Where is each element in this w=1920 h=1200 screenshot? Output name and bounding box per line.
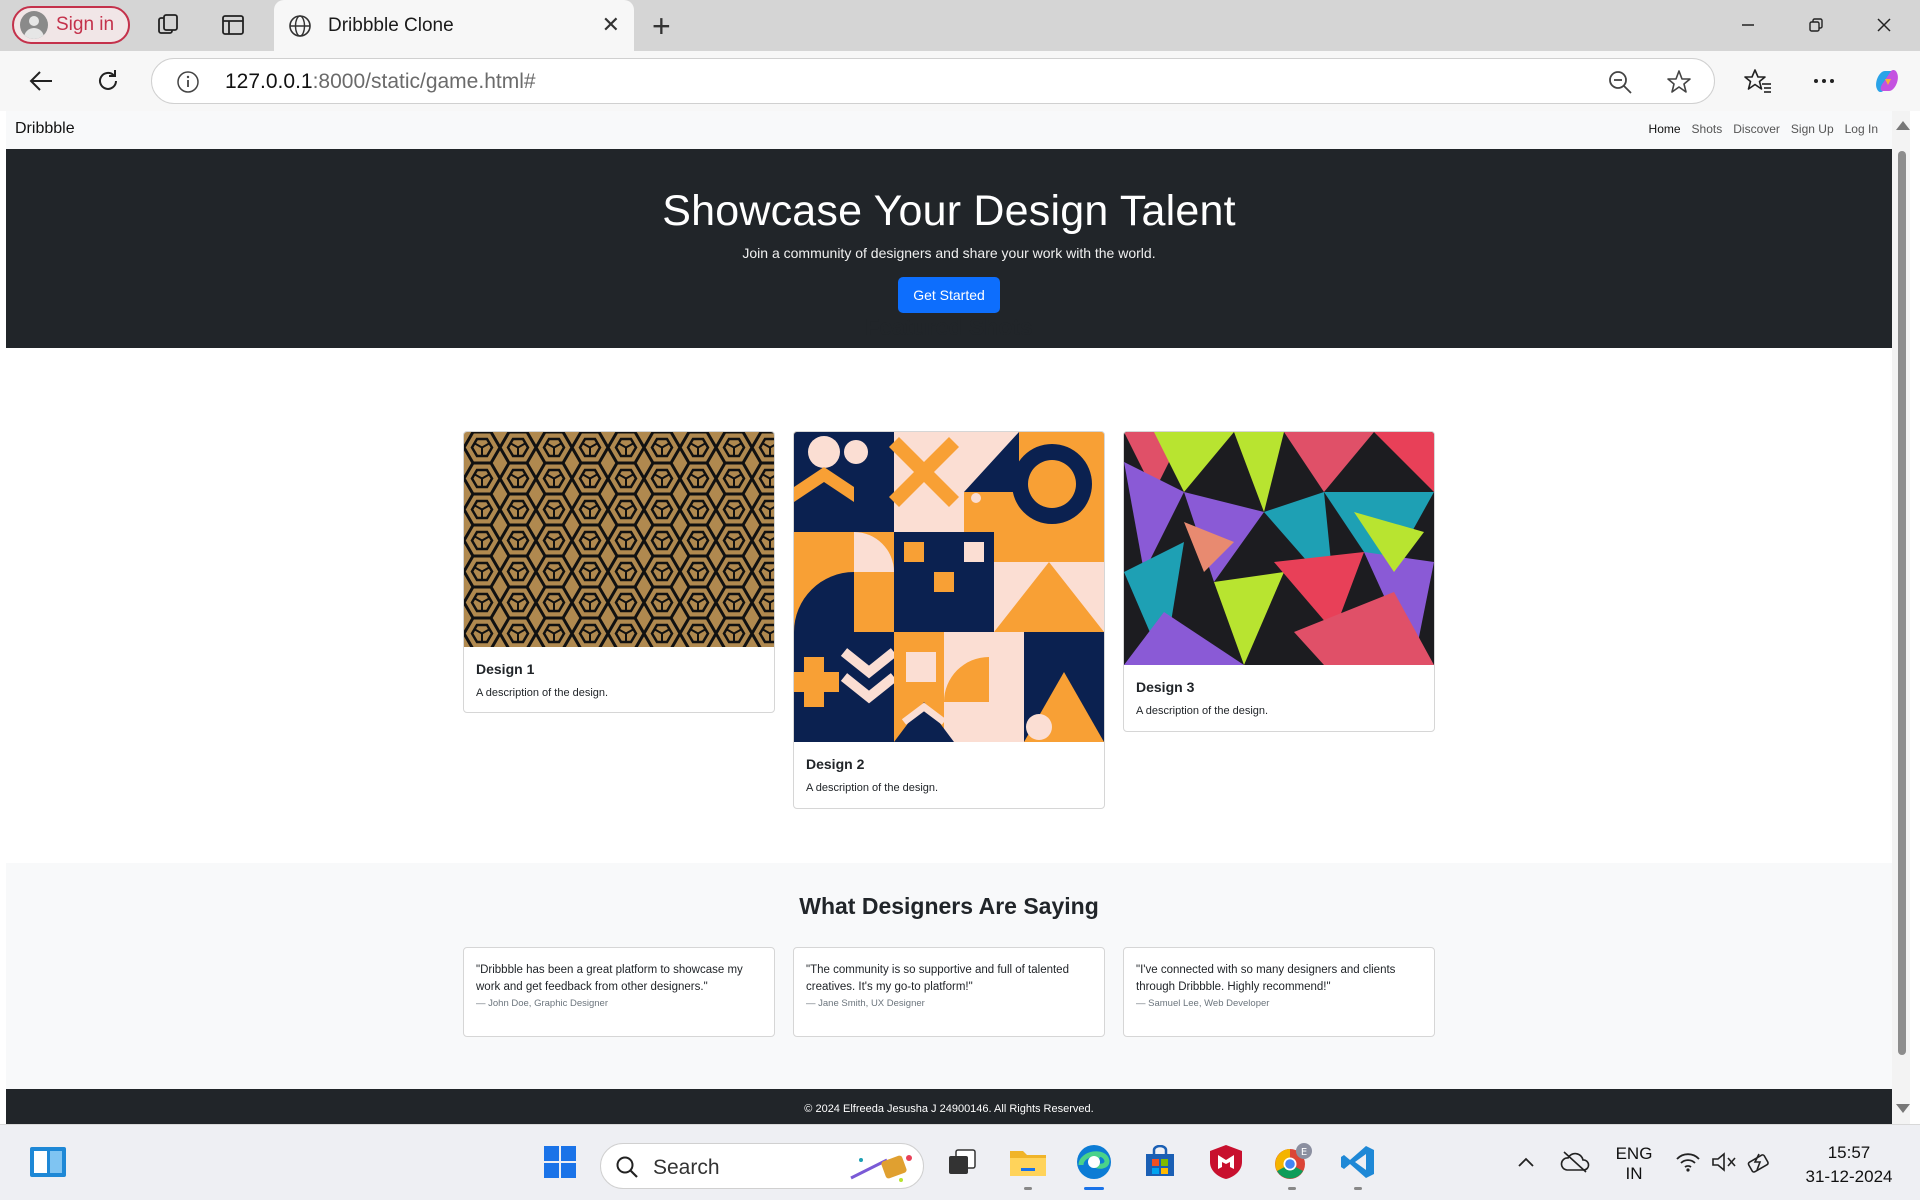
- nav-log-in[interactable]: Log In: [1845, 122, 1878, 136]
- wifi-icon[interactable]: [1668, 1142, 1708, 1182]
- microsoft-store-icon[interactable]: [1140, 1142, 1180, 1182]
- site-info-icon[interactable]: [176, 70, 200, 94]
- shot-description-2: A description of the design.: [806, 782, 939, 794]
- windows-taskbar: Search E ENG IN 15:57 31-12-2024: [0, 1124, 1920, 1200]
- favorite-star-icon[interactable]: [1666, 69, 1692, 95]
- page-viewport: Dribbble Home Shots Discover Sign Up Log…: [0, 111, 1920, 1124]
- battery-charging-icon[interactable]: [1740, 1142, 1780, 1182]
- nav-home[interactable]: Home: [1649, 122, 1681, 136]
- shot-card-2[interactable]: Design 2 A description of the design.: [793, 431, 1105, 809]
- close-window-icon[interactable]: [1864, 10, 1904, 40]
- testimonials-heading: What Designers Are Saying: [799, 893, 1099, 919]
- widgets-icon[interactable]: [28, 1142, 68, 1182]
- nav-shots[interactable]: Shots: [1692, 122, 1723, 136]
- more-options-icon[interactable]: [1807, 64, 1841, 98]
- shot-title-2: Design 2: [806, 756, 865, 772]
- scroll-up-arrow-icon[interactable]: [1896, 121, 1910, 130]
- copilot-icon[interactable]: [1870, 64, 1904, 98]
- search-highlight-icon: [850, 1155, 912, 1182]
- browser-toolbar: 127.0.0.1:8000/static/game.html#: [0, 51, 1920, 111]
- tab-dribbble-clone[interactable]: Dribbble Clone ✕: [274, 0, 634, 51]
- language-code: ENG: [1615, 1144, 1653, 1163]
- region-code: IN: [1625, 1164, 1643, 1183]
- favorites-icon[interactable]: [1741, 64, 1775, 98]
- running-indicator: [1024, 1187, 1032, 1190]
- hero-title: Showcase Your Design Talent: [662, 187, 1236, 235]
- back-arrow-icon[interactable]: [24, 64, 58, 98]
- site-navbar: Dribbble Home Shots Discover Sign Up Log…: [6, 111, 1892, 149]
- nav-sign-up[interactable]: Sign Up: [1791, 122, 1834, 136]
- shot-image-2: [794, 432, 1104, 742]
- testimonial-card-1: "Dribbble has been a great platform to s…: [463, 947, 775, 1037]
- testimonial-author-2: — Jane Smith, UX Designer: [806, 998, 925, 1009]
- vscode-icon[interactable]: [1338, 1142, 1378, 1190]
- nav-discover[interactable]: Discover: [1733, 122, 1780, 136]
- shot-image-3: [1124, 432, 1434, 665]
- clock-time: 15:57: [1827, 1143, 1871, 1162]
- edge-browser-icon[interactable]: [1074, 1142, 1114, 1190]
- tab-title: Dribbble Clone: [328, 14, 454, 36]
- workspaces-icon[interactable]: [156, 12, 182, 38]
- testimonial-author-1: — John Doe, Graphic Designer: [476, 998, 609, 1009]
- testimonial-quote-2: "The community is so supportive and full…: [806, 964, 1069, 993]
- running-indicator: [1288, 1187, 1296, 1190]
- url-path: :8000/static/game.html#: [312, 70, 536, 93]
- shot-description-3: A description of the design.: [1136, 705, 1269, 717]
- active-indicator: [1084, 1187, 1104, 1190]
- shot-description-1: A description of the design.: [476, 687, 609, 699]
- profile-avatar-icon: [20, 11, 48, 39]
- clock-date: 31-12-2024: [1805, 1167, 1893, 1186]
- new-tab-icon[interactable]: +: [652, 8, 671, 45]
- address-bar[interactable]: 127.0.0.1:8000/static/game.html#: [151, 58, 1715, 104]
- show-hidden-icons-chevron-icon[interactable]: [1506, 1142, 1546, 1182]
- restore-icon[interactable]: [1796, 10, 1836, 40]
- running-indicator: [1354, 1187, 1362, 1190]
- language-indicator[interactable]: ENG IN: [1612, 1144, 1656, 1184]
- hero-subtitle: Join a community of designers and share …: [742, 245, 1156, 261]
- file-explorer-icon[interactable]: [1008, 1142, 1048, 1190]
- onedrive-offline-icon[interactable]: [1555, 1142, 1595, 1182]
- testimonial-card-3: "I've connected with so many designers a…: [1123, 947, 1435, 1037]
- shot-card-1[interactable]: Design 1 A description of the design.: [463, 431, 775, 713]
- tab-close-icon[interactable]: ✕: [602, 12, 620, 38]
- testimonials-section: What Designers Are Saying "Dribbble has …: [6, 863, 1892, 1100]
- brand-logo[interactable]: Dribbble: [15, 120, 75, 138]
- url-text: 127.0.0.1:8000/static/game.html#: [225, 70, 536, 94]
- taskbar-search-box[interactable]: Search: [600, 1143, 924, 1189]
- globe-icon: [289, 14, 311, 37]
- sign-in-button[interactable]: Sign in: [12, 6, 130, 44]
- testimonial-quote-1: "Dribbble has been a great platform to s…: [476, 964, 743, 993]
- browser-tabstrip: Sign in Dribbble Clone ✕ +: [0, 0, 1920, 51]
- windows-start-icon[interactable]: [540, 1142, 580, 1182]
- search-label: Search: [653, 1156, 720, 1179]
- mcafee-icon[interactable]: [1206, 1142, 1246, 1182]
- page-scrollbar[interactable]: [1892, 111, 1910, 1124]
- get-started-button[interactable]: Get Started: [898, 277, 1000, 313]
- featured-shots-heading: Featured Shots: [865, 314, 1033, 340]
- svg-text:E: E: [1301, 1147, 1307, 1158]
- shot-image-1: [464, 432, 774, 647]
- refresh-icon[interactable]: [91, 64, 125, 98]
- sign-in-label: Sign in: [56, 14, 115, 35]
- volume-muted-icon[interactable]: [1704, 1142, 1744, 1182]
- footer-copyright: © 2024 Elfreeda Jesusha J 24900146. All …: [804, 1103, 1094, 1115]
- url-host: 127.0.0.1: [225, 70, 313, 93]
- testimonial-author-3: — Samuel Lee, Web Developer: [1136, 998, 1270, 1009]
- nav-links: Home Shots Discover Sign Up Log In: [1649, 122, 1878, 136]
- search-icon: [616, 1156, 638, 1178]
- shot-title-1: Design 1: [476, 661, 535, 677]
- vertical-tabs-icon[interactable]: [220, 12, 246, 38]
- shot-card-3[interactable]: Design 3 A description of the design.: [1123, 431, 1435, 732]
- zoom-out-icon[interactable]: [1607, 69, 1633, 95]
- scroll-thumb[interactable]: [1898, 151, 1906, 1055]
- testimonial-quote-3: "I've connected with so many designers a…: [1136, 964, 1396, 993]
- chrome-icon[interactable]: E: [1272, 1142, 1312, 1190]
- scroll-down-arrow-icon[interactable]: [1896, 1104, 1910, 1113]
- clock[interactable]: 15:57 31-12-2024: [1790, 1141, 1908, 1189]
- task-view-icon[interactable]: [942, 1142, 982, 1182]
- site-footer: © 2024 Elfreeda Jesusha J 24900146. All …: [6, 1089, 1892, 1124]
- testimonial-card-2: "The community is so supportive and full…: [793, 947, 1105, 1037]
- shot-title-3: Design 3: [1136, 679, 1195, 695]
- minimize-icon[interactable]: [1728, 10, 1768, 40]
